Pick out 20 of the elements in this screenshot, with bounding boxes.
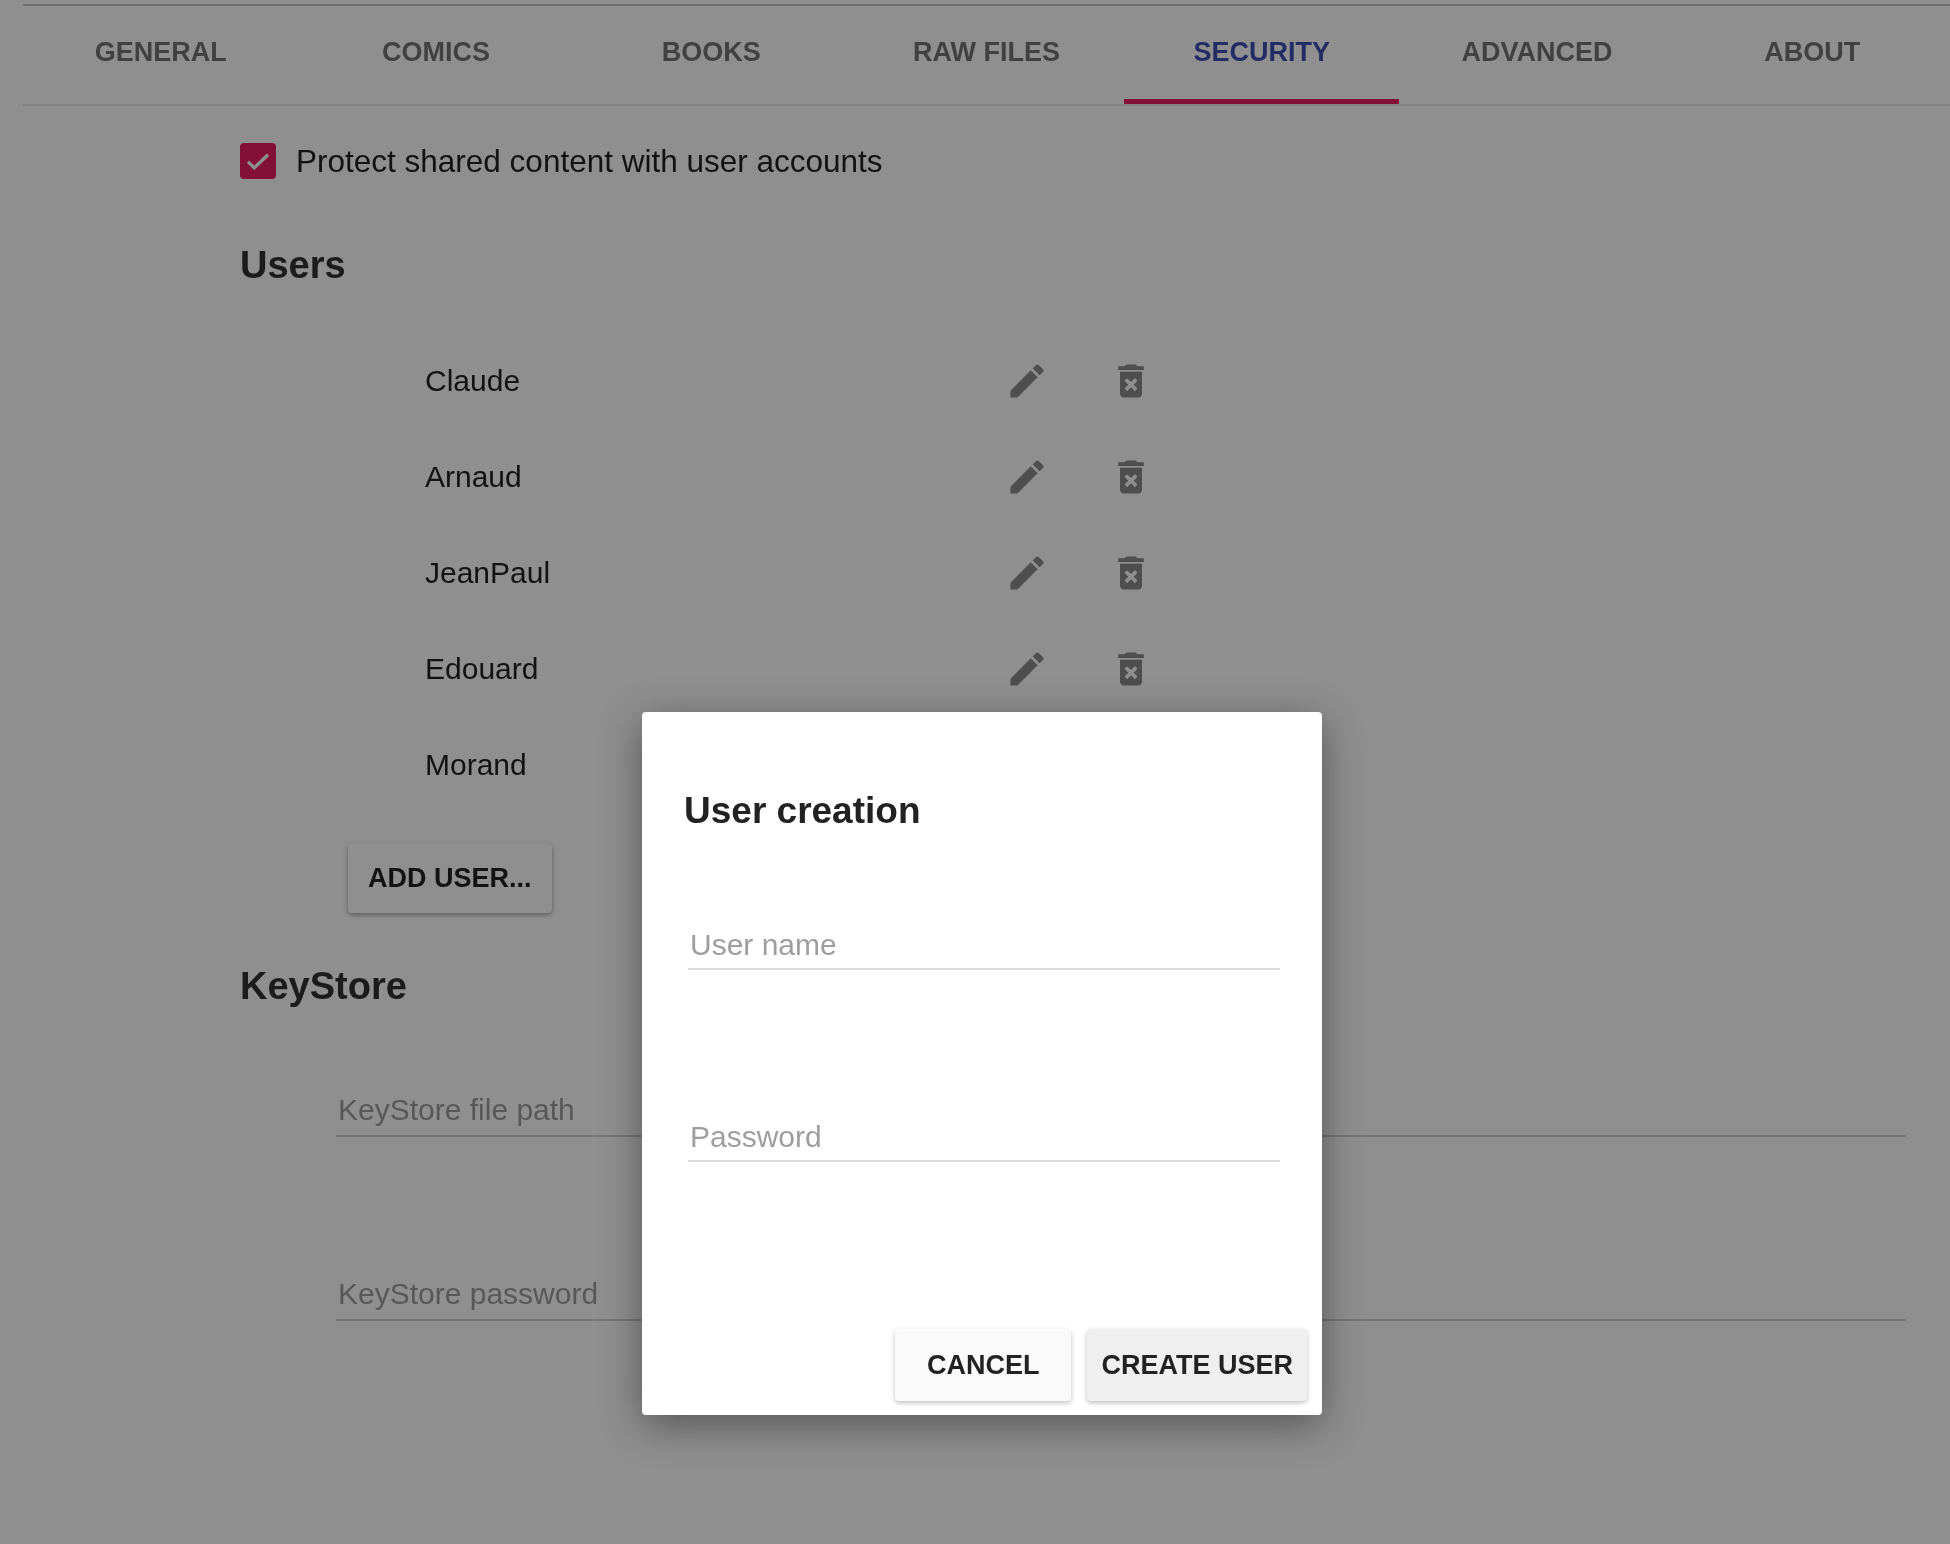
tab[interactable]: BOOKS bbox=[573, 6, 849, 104]
user-name: Morand bbox=[425, 748, 528, 782]
tab[interactable]: COMICS bbox=[298, 6, 574, 104]
dialog-title: User creation bbox=[684, 790, 922, 832]
checkbox-label: Protect shared content with user accounts bbox=[296, 142, 883, 180]
checkbox[interactable] bbox=[240, 143, 276, 179]
user-name: JeanPaul bbox=[425, 556, 552, 590]
tab[interactable]: RAW FILES bbox=[848, 6, 1125, 104]
cancel-button[interactable]: CANCEL bbox=[894, 1329, 1072, 1401]
user-name: Arnaud bbox=[425, 460, 523, 494]
create-button[interactable]: CREATE USER bbox=[1087, 1329, 1307, 1401]
tab[interactable]: ADVANCED bbox=[1399, 6, 1675, 104]
add-user-button[interactable]: ADD USER... bbox=[348, 843, 552, 913]
tab[interactable]: SECURITY bbox=[1124, 6, 1400, 104]
user-name: Edouard bbox=[425, 652, 540, 686]
user-name: Claude bbox=[425, 364, 522, 398]
tab[interactable]: ABOUT bbox=[1674, 6, 1950, 104]
section-heading: Users bbox=[240, 244, 346, 287]
tab[interactable]: GENERAL bbox=[23, 6, 299, 104]
section-heading: KeyStore bbox=[240, 965, 407, 1008]
